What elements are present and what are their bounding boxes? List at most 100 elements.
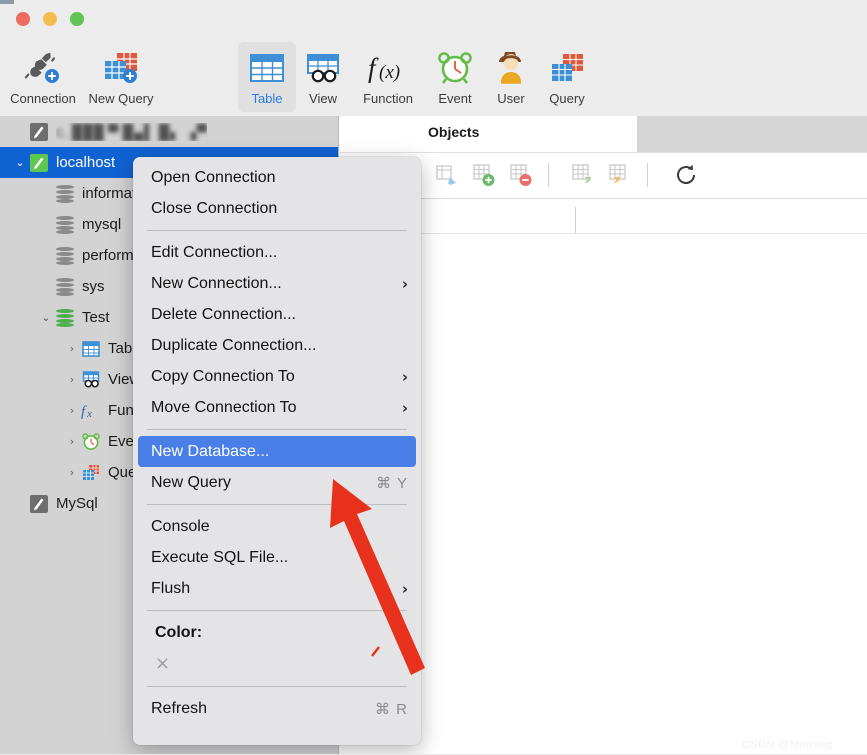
- menu-color-swatch-row[interactable]: ×: [133, 648, 421, 680]
- menu-item-move-connection-to[interactable]: Move Connection To ›: [133, 392, 421, 423]
- menu-item-label: Flush: [151, 579, 191, 597]
- svg-text:x: x: [86, 408, 92, 419]
- tree-item-c[interactable]: c. ███ ▀ █▄▌ █▖ ▗▀: [0, 116, 338, 147]
- new-table-add-icon[interactable]: [472, 162, 498, 188]
- connection-context-menu[interactable]: Open Connection Close Connection Edit Conn…: [133, 157, 421, 745]
- delete-table-remove-icon[interactable]: [509, 162, 535, 188]
- chevron-right-icon: ›: [401, 398, 408, 417]
- tree-item-label: localhost: [56, 154, 116, 171]
- tree-twisty[interactable]: ⌄: [38, 311, 54, 324]
- menu-item-console[interactable]: Console: [133, 511, 421, 542]
- menu-item-edit-connection[interactable]: Edit Connection...: [133, 237, 421, 268]
- navicat-connection-green-icon: [28, 153, 50, 173]
- menu-item-label: Delete Connection...: [151, 305, 296, 323]
- column-divider[interactable]: [575, 207, 576, 233]
- navicat-connection-icon: [28, 122, 50, 142]
- tree-twisty[interactable]: ›: [64, 435, 80, 448]
- menu-item-new-query[interactable]: New Query ⌘ Y: [133, 467, 421, 498]
- database-grey-icon: [54, 184, 76, 204]
- menu-item-label: Open Connection: [151, 168, 276, 186]
- menu-item-open-connection[interactable]: Open Connection: [133, 162, 421, 193]
- toolbar-button-table[interactable]: Table: [238, 42, 296, 112]
- context-menu-list[interactable]: Open Connection Close Connection Edit Conn…: [133, 162, 421, 724]
- chevron-right-icon: ›: [401, 367, 408, 386]
- toolbar-button-connection[interactable]: Connection: [6, 42, 80, 112]
- event-clock-icon: [437, 48, 473, 88]
- view-glasses-icon: [305, 48, 341, 88]
- menu-item-execute-sql-file[interactable]: Execute SQL File...: [133, 542, 421, 573]
- tab-objects[interactable]: Objects: [428, 124, 479, 140]
- view-glasses-icon: [80, 370, 102, 390]
- close-button[interactable]: [16, 12, 30, 26]
- tree-item-label: c. ███ ▀ █▄▌ █▖ ▗▀: [56, 123, 208, 141]
- menu-item-label: Refresh: [151, 699, 208, 717]
- menu-item-label: Console: [151, 517, 210, 535]
- chevron-right-icon: ›: [401, 274, 408, 293]
- toolbar-button-user[interactable]: User: [484, 42, 538, 112]
- toolbar-label: View: [309, 91, 337, 106]
- menu-separator: [147, 504, 407, 505]
- toolbar-label: Table: [251, 91, 283, 106]
- menu-item-label: New Query: [151, 473, 232, 491]
- tree-twisty[interactable]: ⌄: [12, 156, 28, 169]
- tree-twisty[interactable]: ›: [64, 404, 80, 417]
- minimize-button[interactable]: [43, 12, 57, 26]
- tree-item-label: sys: [82, 278, 105, 295]
- clear-color-icon[interactable]: ×: [155, 653, 170, 674]
- svg-text:(x): (x): [379, 62, 400, 83]
- event-clock-icon: [80, 432, 102, 452]
- menu-item-duplicate-connection[interactable]: Duplicate Connection...: [133, 330, 421, 361]
- tree-item-label: Test: [82, 309, 110, 326]
- menu-separator: [147, 230, 407, 231]
- edit-table-pencil-icon[interactable]: [435, 162, 461, 188]
- menu-item-flush[interactable]: Flush ›: [133, 573, 421, 604]
- maximize-button[interactable]: [70, 12, 84, 26]
- toolbar-label: New Query: [88, 91, 154, 106]
- tree-twisty[interactable]: ›: [64, 373, 80, 386]
- import-wizard-icon[interactable]: [571, 162, 597, 188]
- menu-item-label: New Connection...: [151, 274, 282, 292]
- tree-twisty[interactable]: ›: [64, 466, 80, 479]
- menu-item-label: Move Connection To: [151, 398, 297, 416]
- navicat-connection-icon: [28, 494, 50, 514]
- menu-item-shortcut: ⌘ Y: [376, 474, 408, 492]
- refresh-icon[interactable]: [673, 162, 699, 188]
- menu-item-delete-connection[interactable]: Delete Connection...: [133, 299, 421, 330]
- toolbar-button-new-query[interactable]: New Query: [84, 42, 158, 112]
- query-tables-icon: [549, 48, 585, 88]
- menu-section-header-color: Color:: [133, 617, 421, 648]
- watermark: CSDN @Morning: [742, 739, 833, 751]
- tree-item-label: mysql: [82, 216, 122, 233]
- tree-twisty[interactable]: ›: [64, 342, 80, 355]
- table-grid-icon: [80, 339, 102, 359]
- table-grid-icon: [249, 48, 285, 88]
- objects-tab-bar[interactable]: Objects: [340, 116, 867, 153]
- menu-item-refresh[interactable]: Refresh ⌘ R: [133, 693, 421, 724]
- menu-item-label: Color:: [155, 623, 203, 641]
- toolbar-divider: [548, 163, 549, 187]
- function-fx-icon: fx: [80, 401, 102, 421]
- toolbar-label: Event: [438, 91, 472, 106]
- main-toolbar: Connection New Query Table View f (x) Fu…: [0, 38, 867, 117]
- toolbar-button-view[interactable]: View: [296, 42, 350, 112]
- window-controls[interactable]: [16, 12, 84, 26]
- menu-separator: [147, 429, 407, 430]
- menu-separator: [147, 610, 407, 611]
- export-wizard-icon[interactable]: [608, 162, 634, 188]
- chevron-right-icon: ›: [401, 579, 408, 598]
- tab-placeholder: [637, 116, 867, 152]
- menu-separator: [147, 686, 407, 687]
- toolbar-divider: [647, 163, 648, 187]
- svg-text:f: f: [368, 53, 379, 83]
- menu-item-close-connection[interactable]: Close Connection: [133, 193, 421, 224]
- toolbar-button-query[interactable]: Query: [538, 42, 596, 112]
- toolbar-label: Query: [549, 91, 585, 106]
- menu-item-label: Edit Connection...: [151, 243, 278, 261]
- menu-item-copy-connection-to[interactable]: Copy Connection To ›: [133, 361, 421, 392]
- toolbar-button-event[interactable]: Event: [426, 42, 484, 112]
- toolbar-button-function[interactable]: f (x) Function: [350, 42, 426, 112]
- database-grey-icon: [54, 215, 76, 235]
- menu-item-new-connection[interactable]: New Connection... ›: [133, 268, 421, 299]
- menu-item-new-database[interactable]: New Database...: [138, 436, 416, 467]
- tree-item-label: MySql: [56, 495, 98, 512]
